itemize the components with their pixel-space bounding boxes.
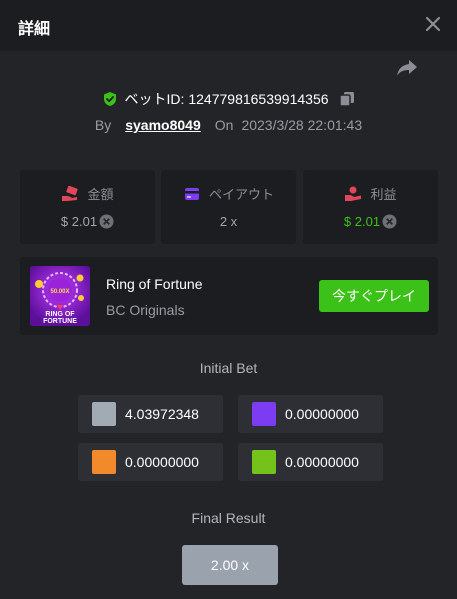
- copy-icon[interactable]: [338, 91, 355, 107]
- stat-profit: 利益 $ 2.01: [303, 170, 438, 244]
- stat-amount: 金額 $ 2.01: [20, 170, 155, 244]
- bet-datetime: 2023/3/28 22:01:43: [241, 117, 363, 133]
- card-icon: [184, 187, 199, 200]
- stat-amount-label-row: 金額: [20, 184, 155, 203]
- game-provider: BC Originals: [106, 302, 185, 318]
- stat-amount-value-row: $ 2.01: [20, 214, 155, 229]
- stat-profit-value-row: $ 2.01: [303, 214, 438, 229]
- initial-bet-cell-grey: 4.03972348: [78, 395, 223, 433]
- verified-shield-icon: [104, 92, 117, 106]
- thumb-multiplier: 50.00X: [50, 289, 69, 295]
- initial-bet-cell-orange: 0.00000000: [78, 443, 223, 481]
- initial-bet-cell-green: 0.00000000: [238, 443, 383, 481]
- on-label: On: [214, 117, 234, 133]
- stat-amount-value: $ 2.01: [60, 214, 98, 229]
- color-swatch: [92, 402, 116, 426]
- color-swatch: [252, 450, 276, 474]
- stat-profit-value: $ 2.01: [343, 214, 381, 229]
- game-thumbnail[interactable]: 50.00X RING OF FORTUNE: [30, 266, 90, 326]
- bet-amount: 4.03972348: [125, 406, 199, 422]
- share-icon[interactable]: [396, 58, 418, 78]
- thumb-title-line1: RING OF: [45, 311, 75, 318]
- modal-header: 詳細: [0, 0, 457, 51]
- bet-amount: 0.00000000: [285, 406, 359, 422]
- ring-of-fortune-thumbnail-art: 50.00X RING OF FORTUNE: [30, 266, 90, 326]
- bet-hand-icon: [62, 185, 79, 201]
- initial-bet-cell-purple: 0.00000000: [238, 395, 383, 433]
- thumb-title-line2: FORTUNE: [43, 318, 77, 325]
- stat-amount-label: 金額: [87, 187, 114, 202]
- close-icon[interactable]: [423, 14, 443, 34]
- play-now-button[interactable]: 今すぐプレイ: [319, 280, 429, 312]
- stat-profit-label: 利益: [370, 187, 397, 202]
- initial-bet-title: Initial Bet: [199, 360, 258, 376]
- game-card: 50.00X RING OF FORTUNE Ring of Fortune B…: [20, 257, 438, 335]
- stat-payout-label: ペイアウト: [208, 187, 274, 202]
- profit-hand-icon: [345, 186, 362, 201]
- final-result-value: 2.00 x: [182, 545, 278, 585]
- bet-amount: 0.00000000: [125, 454, 199, 470]
- bet-amount: 0.00000000: [285, 454, 359, 470]
- bet-id-row: ベットID: 124779816539914356: [0, 89, 457, 109]
- bet-author-row: By syamo8049 On 2023/3/28 22:01:43: [0, 117, 457, 133]
- bet-id-value: 124779816539914356: [188, 91, 329, 107]
- stat-payout-value: 2 x: [219, 214, 238, 229]
- stat-payout: ペイアウト 2 x: [161, 170, 296, 244]
- modal-title: 詳細: [18, 21, 51, 38]
- stat-payout-value-row: 2 x: [161, 214, 296, 229]
- game-name[interactable]: Ring of Fortune: [106, 276, 203, 292]
- coin-icon: [382, 214, 397, 229]
- by-label: By: [94, 117, 112, 133]
- stat-payout-label-row: ペイアウト: [161, 184, 296, 203]
- final-result-title: Final Result: [191, 510, 266, 526]
- color-swatch: [92, 450, 116, 474]
- color-swatch: [252, 402, 276, 426]
- coin-icon: [99, 214, 114, 229]
- username-link[interactable]: syamo8049: [125, 117, 201, 133]
- stat-profit-label-row: 利益: [303, 184, 438, 203]
- bet-id-label: ベットID:: [124, 91, 185, 107]
